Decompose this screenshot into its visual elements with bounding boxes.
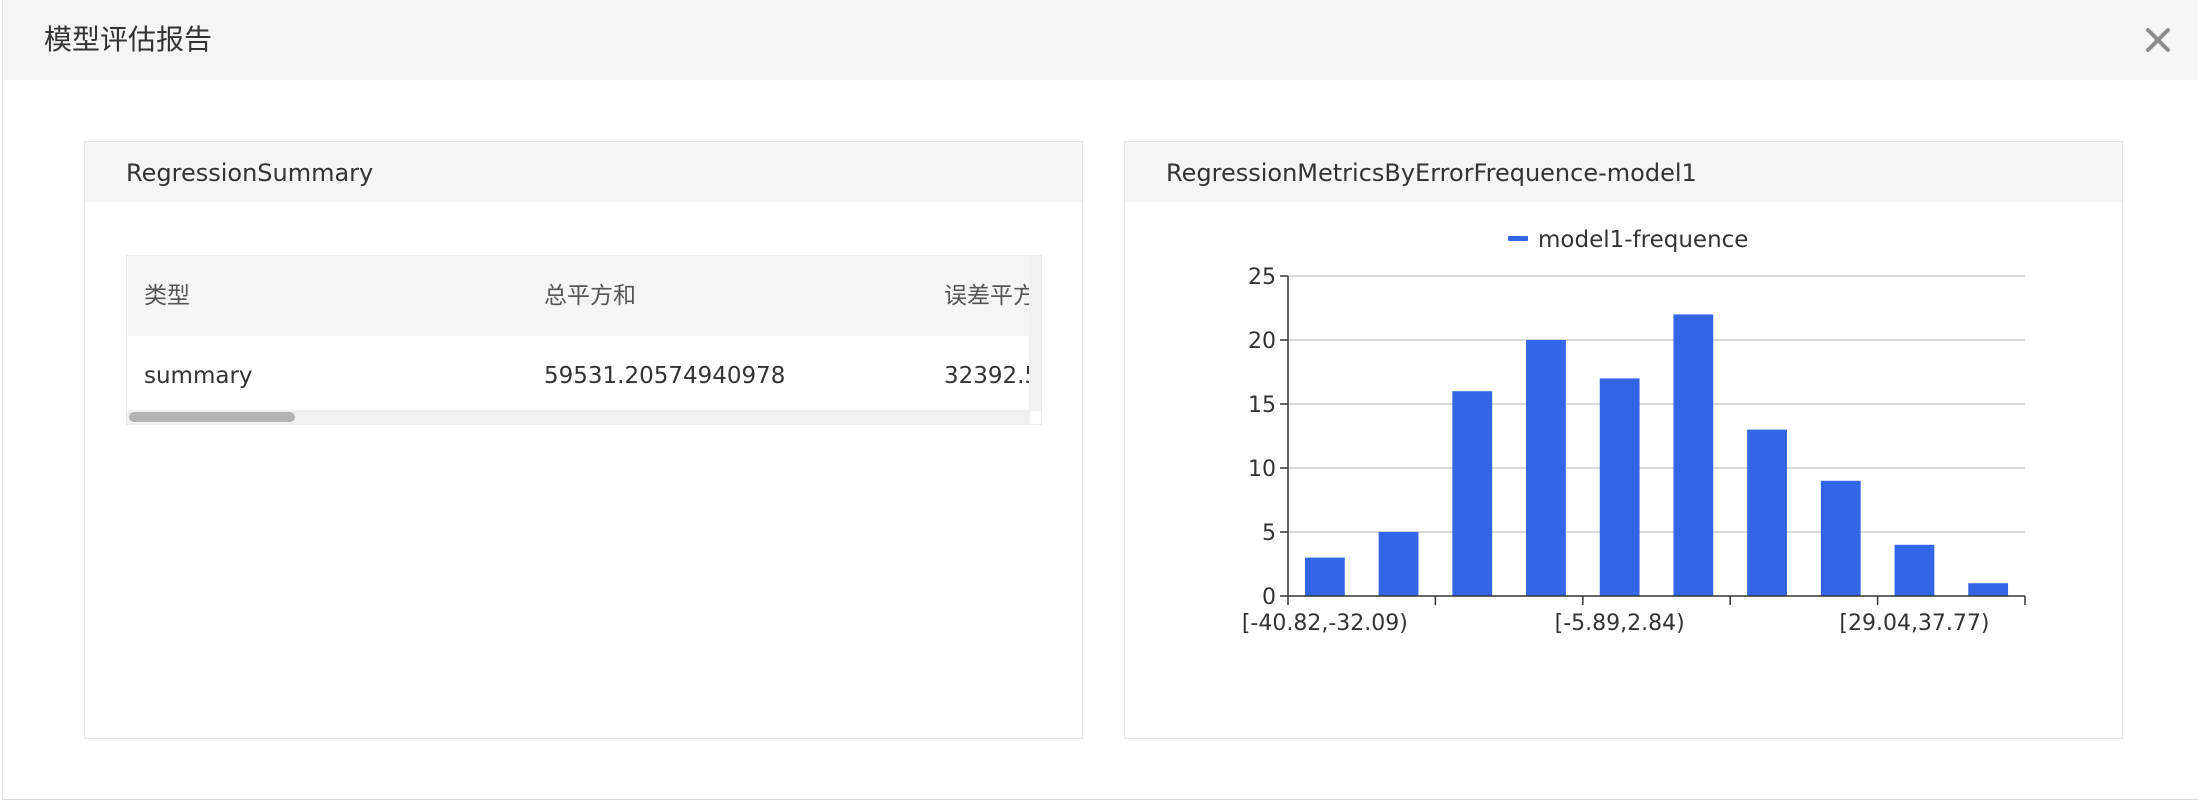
regression-summary-card: RegressionSummary 类型 总平方和 误差平方和 summary … [84,141,1083,739]
cell-total-sum-of-squares: 59531.20574940978 [544,363,786,389]
y-tick-label: 0 [1262,585,1276,610]
x-tick-label: [-5.89,2.84) [1555,611,1685,636]
modal-title: 模型评估报告 [44,23,213,56]
chart-legend[interactable]: model1-frequence [1508,227,1748,253]
summary-table-inner: 类型 总平方和 误差平方和 summary 59531.20574940978 … [127,256,1041,416]
error-frequence-bar-chart: 0 5 10 15 20 25 [-40.82,-32.09) [-5.89,2.84) [29… [1242,227,2026,636]
cell-error-sum-of-squares: 32392.5 [944,363,1040,389]
modal-header: 模型评估报告 [3,0,2198,80]
bar-8[interactable] [1894,544,1935,596]
y-tick-label: 15 [1248,393,1276,418]
legend-swatch [1508,236,1528,241]
bar-6[interactable] [1747,429,1787,596]
column-header-type: 类型 [144,283,190,309]
legend-label: model1-frequence [1538,227,1748,253]
table-row: summary 59531.20574940978 32392.5 [127,336,1041,416]
column-header-total-sum-of-squares: 总平方和 [544,283,636,309]
close-icon [2146,28,2170,52]
bar-0[interactable] [1304,557,1345,596]
bar-1[interactable] [1378,532,1419,596]
close-button[interactable] [2138,20,2178,60]
bar-9[interactable] [1968,583,2009,596]
card-header: RegressionSummary [85,142,1082,202]
evaluation-report-modal: 模型评估报告 RegressionSummary 类型 总平方和 误差平方和 s… [2,0,2198,800]
error-frequence-card: RegressionMetricsByErrorFrequence-model1… [1124,141,2123,739]
table-header-row: 类型 总平方和 误差平方和 [127,256,1041,336]
bar-2[interactable] [1452,391,1493,596]
bar-7[interactable] [1820,480,1861,596]
x-tick-label: [29.04,37.77) [1839,611,1989,636]
horizontal-scrollbar[interactable] [127,410,1030,424]
horizontal-scrollbar-thumb[interactable] [129,412,295,422]
y-tick-label: 10 [1248,457,1276,482]
y-tick-label: 25 [1248,265,1276,290]
x-tick-label: [-40.82,-32.09) [1242,611,1408,636]
y-tick-label: 20 [1248,329,1276,354]
card-title: RegressionSummary [126,159,374,187]
vertical-scrollbar[interactable] [1029,256,1041,411]
cell-type: summary [144,363,253,389]
summary-table: 类型 总平方和 误差平方和 summary 59531.20574940978 … [126,255,1042,425]
y-tick-label: 5 [1262,521,1276,546]
column-header-error-sum-of-squares: 误差平方和 [944,283,1041,309]
bar-4[interactable] [1599,378,1640,596]
bar-3[interactable] [1526,340,1566,596]
bar-5[interactable] [1673,314,1714,596]
